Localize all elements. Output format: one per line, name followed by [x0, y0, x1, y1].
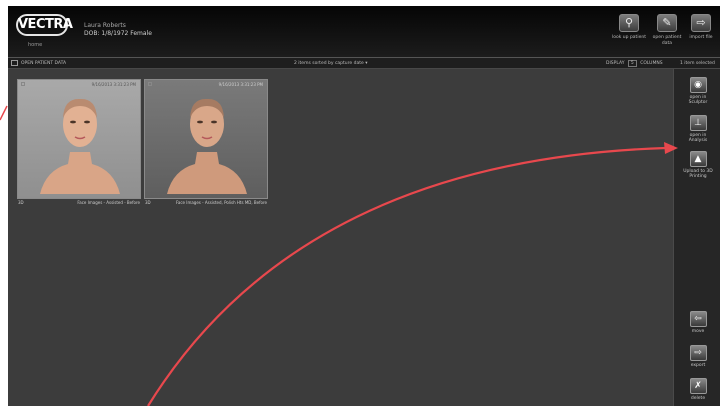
sort-status: 2 items sorted by capture date ▾	[294, 61, 367, 66]
magnifier-icon: ⚲	[619, 14, 639, 32]
patient-info: Laura Roberts DOB: 1/8/1972 Female	[84, 22, 152, 38]
upload-to-3d-printing-label: Upload to 3D Printing	[683, 169, 713, 179]
export-button[interactable]: ⇨ export	[680, 345, 716, 368]
look-up-patient-label: look up patient	[612, 35, 646, 40]
home-label: home	[28, 42, 43, 48]
image-type: 3D	[18, 200, 24, 205]
select-checkbox[interactable]	[148, 82, 152, 86]
columns-label: COLUMNS	[640, 61, 663, 66]
vectra-app-window: VECTRA home Laura Roberts DOB: 1/8/1972 …	[8, 6, 720, 406]
image-caption: 3D Face Images - Assisted - Before	[17, 200, 141, 205]
display-columns-control: DISPLAY 5 COLUMNS	[606, 60, 663, 67]
folder-icon	[11, 60, 18, 66]
sort-text: 2 items sorted by capture date	[294, 61, 364, 66]
patient-details: DOB: 1/8/1972 Female	[84, 30, 152, 37]
open-patient-data-tab[interactable]: OPEN PATIENT DATA	[11, 60, 66, 66]
move-label: move	[691, 329, 705, 334]
face-thumbnail[interactable]: 9/16/2013 3:31:23 PM	[144, 79, 268, 199]
pen-icon: ✎	[657, 14, 677, 32]
move-icon: ⇦	[689, 311, 707, 327]
image-card[interactable]: 9/16/2013 3:31:23 PM 3D Face Images - As…	[144, 79, 268, 207]
analysis-icon: ⊥	[689, 115, 707, 131]
columns-select[interactable]: 5	[627, 60, 637, 67]
right-action-panel: ◉ open in Sculptor ⊥ open in Analysis ▲ …	[673, 69, 720, 406]
upload-to-3d-printing-button[interactable]: ▲ Upload to 3D Printing	[680, 151, 716, 179]
open-patient-data-label: open patient data	[652, 35, 682, 46]
delete-button[interactable]: ✗ delete	[680, 378, 716, 401]
display-label: DISPLAY	[606, 61, 625, 66]
move-button[interactable]: ⇦ move	[680, 311, 716, 334]
open-in-analysis-label: open in Analysis	[688, 133, 708, 143]
capture-date: 9/16/2013 3:31:23 PM	[218, 82, 263, 87]
face-thumbnail[interactable]: 9/16/2013 3:31:23 PM	[17, 79, 141, 199]
select-checkbox[interactable]	[21, 82, 25, 86]
face-model-image	[40, 98, 120, 194]
image-caption: 3D Face Images - Assisted, Polish Hts MD…	[144, 200, 268, 205]
open-patient-data-button[interactable]: ✎ open patient data	[648, 14, 686, 47]
header-bar: VECTRA home Laura Roberts DOB: 1/8/1972 …	[8, 6, 720, 58]
export-icon: ⇨	[689, 345, 707, 361]
face-model-image	[167, 98, 247, 194]
patient-name: Laura Roberts	[84, 22, 126, 29]
open-in-sculptor-label: open in Sculptor	[688, 95, 708, 105]
export-label: export	[690, 363, 706, 368]
vectra-logo-home[interactable]: VECTRA	[16, 14, 73, 36]
eye-icon: ◉	[689, 77, 707, 93]
image-card[interactable]: 9/16/2013 3:31:23 PM 3D Face Images - As…	[17, 79, 141, 207]
image-type: 3D	[145, 200, 151, 205]
open-in-analysis-button[interactable]: ⊥ open in Analysis	[680, 115, 716, 143]
look-up-patient-button[interactable]: ⚲ look up patient	[610, 14, 648, 41]
import-file-button[interactable]: ⇨ import file	[682, 14, 720, 41]
open-in-sculptor-button[interactable]: ◉ open in Sculptor	[680, 77, 716, 105]
image-grid: 9/16/2013 3:31:23 PM 3D Face Images - As…	[8, 69, 673, 406]
upload-icon: ▲	[689, 151, 707, 167]
open-patient-data-label: OPEN PATIENT DATA	[21, 60, 67, 66]
sort-dropdown-icon[interactable]: ▾	[365, 61, 367, 66]
import-icon: ⇨	[691, 14, 711, 32]
toolbar-subbar: OPEN PATIENT DATA 2 items sorted by capt…	[8, 58, 720, 69]
image-description: Face Images - Assisted - Before	[77, 200, 140, 205]
import-file-label: import file	[689, 35, 713, 40]
image-description: Face Images - Assisted, Polish Hts MD, B…	[175, 200, 267, 205]
delete-icon: ✗	[689, 378, 707, 394]
delete-label: delete	[690, 396, 706, 401]
capture-date: 9/16/2013 3:31:23 PM	[91, 82, 136, 87]
selection-count: 1 item selected	[680, 61, 715, 66]
